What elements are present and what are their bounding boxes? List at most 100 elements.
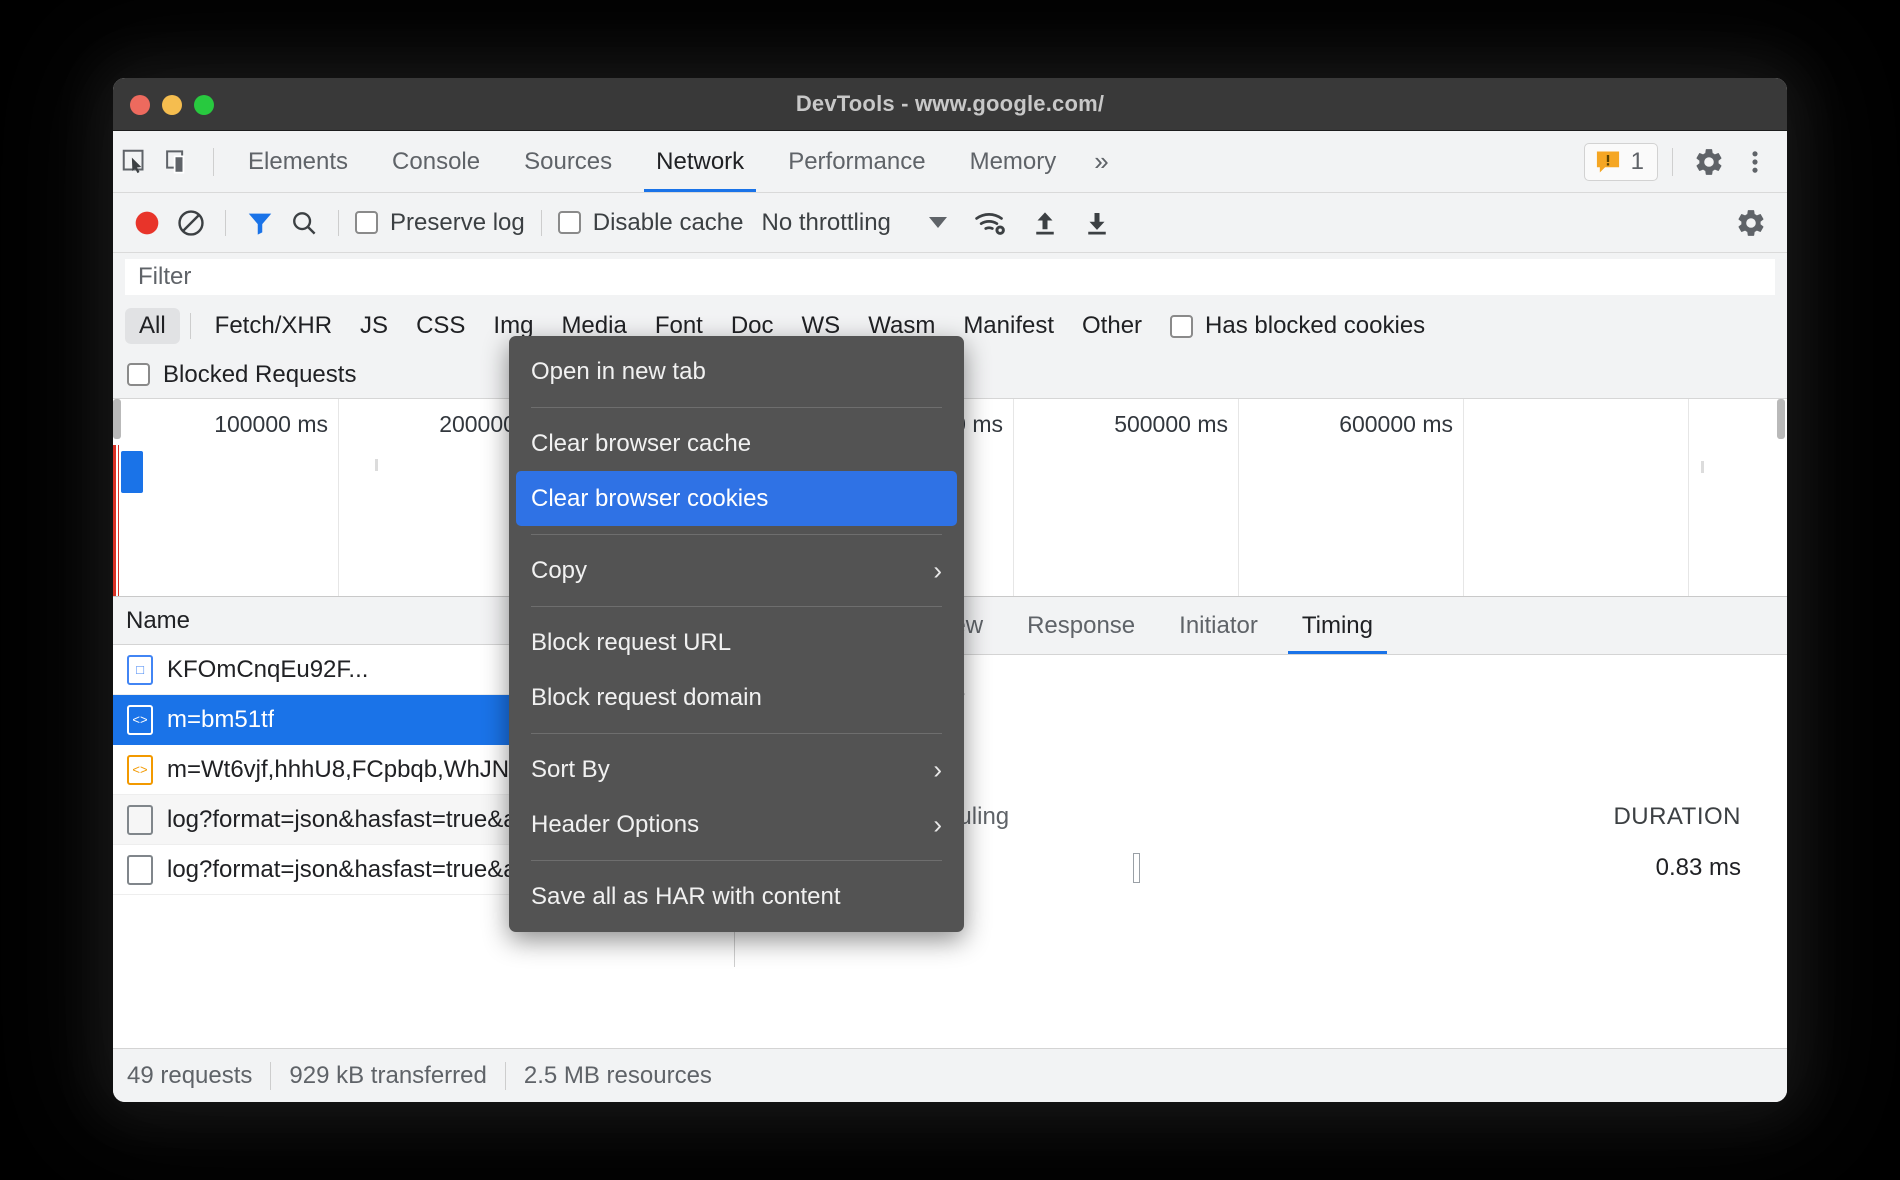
filter-type-manifest[interactable]: Manifest [949, 308, 1068, 344]
minimize-window-button[interactable] [162, 95, 182, 115]
timing-bar-track [909, 853, 1656, 883]
filter-type-js[interactable]: JS [346, 308, 402, 344]
tab-performance[interactable]: Performance [766, 131, 947, 192]
warning-badge[interactable]: 1 [1584, 143, 1658, 181]
status-transferred: 929 kB transferred [289, 1062, 486, 1090]
tab-initiator[interactable]: Initiator [1157, 597, 1280, 654]
overview-scrollbar-right[interactable] [1777, 399, 1785, 439]
panel-tab-list: Elements Console Sources Network Perform… [226, 131, 1122, 192]
menu-item-block-request-url[interactable]: Block request URL [509, 615, 964, 670]
menu-separator [531, 407, 942, 408]
throttling-dropdown[interactable]: No throttling [761, 209, 946, 237]
network-conditions-icon[interactable] [969, 201, 1013, 245]
inspect-element-icon[interactable] [113, 140, 157, 184]
chevron-right-icon: › [933, 754, 942, 785]
toolbar-divider [225, 210, 226, 236]
kebab-menu-icon[interactable] [1733, 140, 1777, 184]
network-settings-gear-icon[interactable] [1729, 201, 1773, 245]
filter-type-other[interactable]: Other [1068, 308, 1156, 344]
network-status-bar: 49 requests 929 kB transferred 2.5 MB re… [113, 1048, 1787, 1102]
menu-item-block-request-domain[interactable]: Block request domain [509, 670, 964, 725]
overview-tick-label: 100000 ms [214, 411, 338, 438]
overview-scrollbar-left[interactable] [113, 399, 121, 439]
has-blocked-cookies-box[interactable] [1170, 315, 1193, 338]
window-titlebar: DevTools - www.google.com/ [113, 78, 1787, 131]
menu-item-save-all-as-har[interactable]: Save all as HAR with content [509, 869, 964, 924]
script-file-icon: <> [127, 705, 153, 735]
devtools-window: DevTools - www.google.com/ Elements Cons… [113, 78, 1787, 1102]
warning-message-icon [1594, 148, 1622, 176]
tab-memory[interactable]: Memory [948, 131, 1079, 192]
traffic-lights [130, 78, 214, 131]
devtools-tabbar: Elements Console Sources Network Perform… [113, 131, 1787, 193]
chevron-right-icon: › [933, 809, 942, 840]
toolbar-divider-3 [541, 210, 542, 236]
status-divider [270, 1062, 271, 1090]
window-title: DevTools - www.google.com/ [796, 91, 1104, 117]
chevron-down-icon[interactable] [929, 217, 947, 228]
request-name: m=bm51tf [167, 706, 274, 734]
overview-selection-window[interactable] [113, 445, 119, 596]
filter-type-css[interactable]: CSS [402, 308, 479, 344]
network-toolbar: Preserve log Disable cache No throttling [113, 193, 1787, 253]
menu-item-copy-label: Copy [531, 557, 587, 585]
menu-item-sort-by[interactable]: Sort By › [509, 742, 964, 797]
clear-network-log-icon[interactable] [169, 201, 213, 245]
filter-divider [190, 313, 191, 339]
tabbar-right-actions: 1 [1584, 131, 1777, 192]
disable-cache-checkbox[interactable]: Disable cache [554, 209, 748, 237]
menu-separator-4 [531, 733, 942, 734]
preserve-log-box[interactable] [355, 211, 378, 234]
tabbar-divider [213, 148, 214, 176]
tab-console[interactable]: Console [370, 131, 502, 192]
filter-type-all[interactable]: All [125, 308, 180, 344]
disable-cache-label: Disable cache [593, 209, 744, 237]
status-divider-2 [505, 1062, 506, 1090]
menu-item-copy[interactable]: Copy › [509, 543, 964, 598]
device-toolbar-icon[interactable] [157, 140, 201, 184]
tab-network[interactable]: Network [634, 131, 766, 192]
overview-tick-label: 600000 ms [1339, 411, 1463, 438]
search-input[interactable]: Filter [125, 259, 1775, 295]
tab-timing[interactable]: Timing [1280, 597, 1395, 654]
timing-duration-header: DURATION [1613, 803, 1741, 831]
menu-separator-3 [531, 606, 942, 607]
filter-input-row: Filter [113, 253, 1787, 301]
tab-response[interactable]: Response [1005, 597, 1157, 654]
timing-bar [1133, 853, 1140, 883]
menu-item-clear-browser-cache[interactable]: Clear browser cache [509, 416, 964, 471]
overview-minor-tick [375, 459, 378, 471]
search-icon[interactable] [282, 201, 326, 245]
preserve-log-checkbox[interactable]: Preserve log [351, 209, 529, 237]
blocked-requests-box[interactable] [127, 363, 150, 386]
menu-separator-5 [531, 860, 942, 861]
more-tabs-chevron-icon[interactable]: » [1078, 146, 1121, 177]
maximize-window-button[interactable] [194, 95, 214, 115]
menu-item-clear-browser-cookies[interactable]: Clear browser cookies [516, 471, 957, 526]
gear-icon[interactable] [1687, 140, 1731, 184]
menu-item-header-options[interactable]: Header Options › [509, 797, 964, 852]
disable-cache-box[interactable] [558, 211, 581, 234]
toolbar-divider-2 [338, 210, 339, 236]
has-blocked-cookies-checkbox[interactable]: Has blocked cookies [1170, 312, 1425, 340]
context-menu[interactable]: Open in new tab Clear browser cache Clea… [509, 336, 964, 932]
tab-sources[interactable]: Sources [502, 131, 634, 192]
filter-funnel-icon[interactable] [238, 201, 282, 245]
blocked-requests-label: Blocked Requests [163, 361, 356, 389]
overview-gridline [1013, 399, 1014, 596]
overview-gridline [1463, 399, 1464, 596]
blocked-requests-checkbox[interactable]: Blocked Requests [127, 361, 356, 389]
filter-type-fetch-xhr[interactable]: Fetch/XHR [201, 308, 346, 344]
doc-file-icon [127, 805, 153, 835]
menu-item-open-in-new-tab[interactable]: Open in new tab [509, 344, 964, 399]
import-har-icon[interactable] [1023, 201, 1067, 245]
close-window-button[interactable] [130, 95, 150, 115]
tab-elements[interactable]: Elements [226, 131, 370, 192]
overview-request-bar [121, 451, 143, 493]
tabbar-right-divider [1672, 148, 1673, 176]
has-blocked-cookies-label: Has blocked cookies [1205, 312, 1425, 340]
doc-file-icon [127, 855, 153, 885]
chevron-right-icon: › [933, 555, 942, 586]
record-button-icon[interactable] [125, 201, 169, 245]
export-har-icon[interactable] [1075, 201, 1119, 245]
